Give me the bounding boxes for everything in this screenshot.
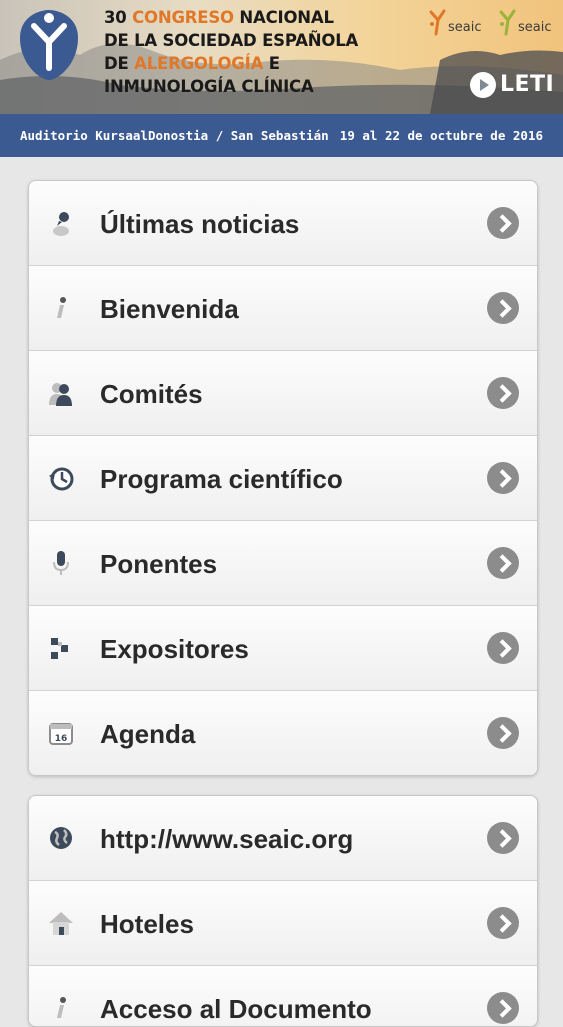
menu-item-program[interactable]: Programa científico bbox=[29, 436, 537, 521]
seaic-mark-icon bbox=[499, 9, 516, 36]
menu-item-label: Programa científico bbox=[100, 464, 343, 494]
congress-logo bbox=[20, 10, 78, 80]
title-line: INMUNOLOGÍA CLÍNICA bbox=[104, 77, 314, 96]
calendar-day: 16 bbox=[55, 734, 68, 744]
chevron-right-icon bbox=[487, 717, 519, 749]
venue-bar: Auditorio Kursaal Donostia / San Sebasti… bbox=[0, 114, 563, 157]
menu-item-committees[interactable]: Comités bbox=[29, 351, 537, 436]
menu-item-agenda[interactable]: 16 Agenda bbox=[29, 691, 537, 775]
microphone-icon bbox=[53, 551, 69, 575]
sponsor-name: seaic bbox=[518, 20, 552, 35]
exhibitors-icon bbox=[51, 638, 68, 659]
sponsor-name: seaic bbox=[448, 20, 482, 35]
main-menu: Últimas noticias Bienvenida Comités Prog… bbox=[28, 180, 538, 776]
people-icon bbox=[49, 383, 72, 406]
chevron-right-icon bbox=[487, 632, 519, 664]
menu-item-label: Hoteles bbox=[100, 909, 194, 939]
menu-item-website[interactable]: http://www.seaic.org bbox=[29, 796, 537, 881]
chevron-right-icon bbox=[487, 462, 519, 494]
chevron-right-icon bbox=[487, 377, 519, 409]
congress-title: 30 CONGRESO NACIONAL DE LA SOCIEDAD ESPA… bbox=[104, 6, 358, 98]
menu-item-label: Acceso al Documento bbox=[100, 994, 372, 1024]
menu-item-label: Comités bbox=[100, 379, 203, 409]
info-icon bbox=[57, 997, 66, 1018]
menu-item-label: Ponentes bbox=[100, 549, 218, 579]
menu-item-speakers[interactable]: Ponentes bbox=[29, 521, 537, 606]
news-icon bbox=[53, 212, 69, 236]
menu-item-label: Agenda bbox=[100, 719, 196, 749]
chevron-right-icon bbox=[487, 547, 519, 579]
chevron-right-icon bbox=[487, 292, 519, 324]
globe-icon bbox=[50, 827, 72, 849]
leti-name: LETI bbox=[500, 72, 555, 97]
chevron-right-icon bbox=[487, 207, 519, 239]
menu-item-welcome[interactable]: Bienvenida bbox=[29, 266, 537, 351]
menu-item-label: Expositores bbox=[100, 634, 249, 664]
menu-item-label: Últimas noticias bbox=[100, 209, 300, 239]
title-line: DE ALERGOLOGÍA E bbox=[104, 54, 280, 73]
seaic-mark-icon bbox=[429, 9, 446, 36]
menu-item-document[interactable]: Acceso al Documento bbox=[29, 966, 537, 1026]
header-banner: 30 CONGRESO NACIONAL DE LA SOCIEDAD ESPA… bbox=[0, 0, 563, 114]
menu-item-news[interactable]: Últimas noticias bbox=[29, 181, 537, 266]
venue-city: Donostia / San Sebastián bbox=[148, 128, 329, 143]
clock-icon bbox=[49, 467, 74, 491]
title-line: DE LA SOCIEDAD ESPAÑOLA bbox=[104, 31, 359, 50]
title-line: 30 CONGRESO NACIONAL bbox=[104, 8, 334, 27]
event-dates: 19 al 22 de octubre de 2016 bbox=[339, 128, 543, 143]
play-icon bbox=[470, 72, 496, 98]
links-menu: http://www.seaic.org Hoteles Acceso al D… bbox=[28, 795, 538, 1027]
home-icon bbox=[49, 912, 73, 935]
menu-item-label: http://www.seaic.org bbox=[100, 824, 354, 854]
menu-item-hotels[interactable]: Hoteles bbox=[29, 881, 537, 966]
venue-place: Auditorio Kursaal bbox=[20, 128, 148, 143]
calendar-icon: 16 bbox=[49, 723, 73, 745]
menu-item-exhibitors[interactable]: Expositores bbox=[29, 606, 537, 691]
chevron-right-icon bbox=[487, 907, 519, 939]
info-icon bbox=[57, 297, 66, 318]
chevron-right-icon bbox=[487, 822, 519, 854]
chevron-right-icon bbox=[487, 992, 519, 1024]
menu-item-label: Bienvenida bbox=[100, 294, 239, 324]
